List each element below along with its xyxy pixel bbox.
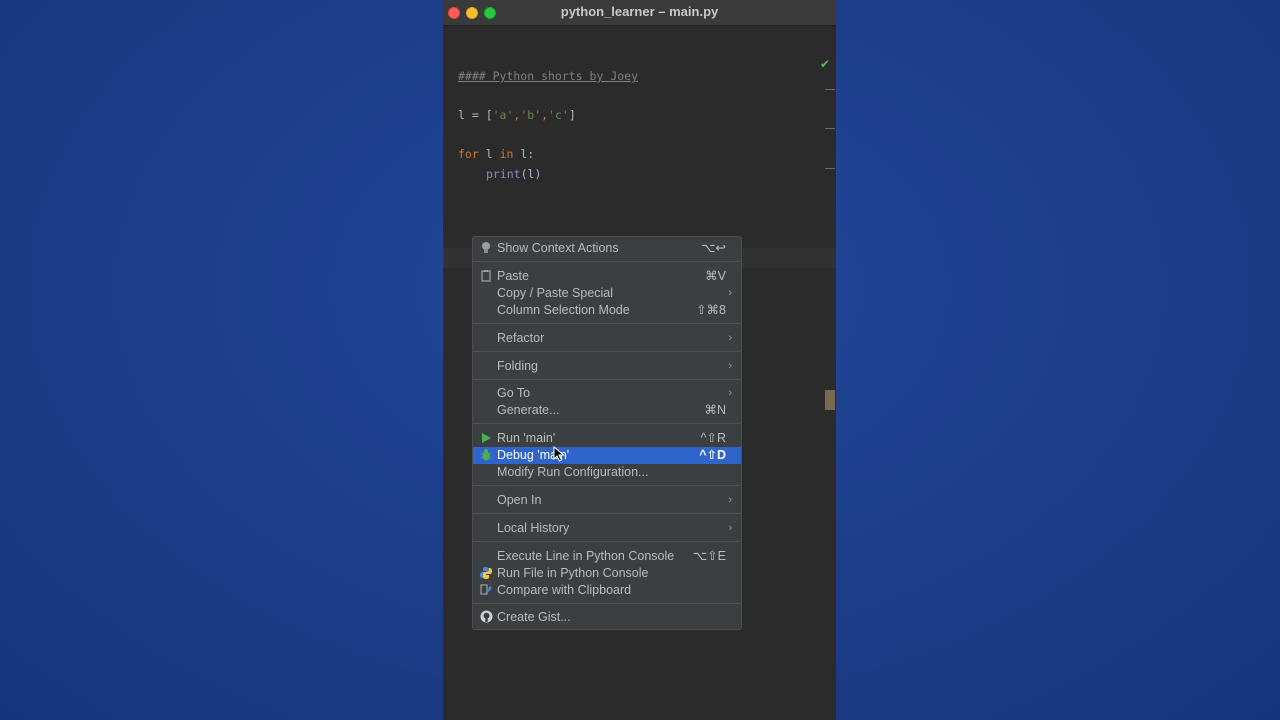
menu-separator — [473, 513, 741, 514]
code-token: ] — [568, 108, 576, 122]
keyword-token: for — [458, 147, 479, 161]
compare-icon — [479, 583, 493, 597]
menu-item-label: Execute Line in Python Console — [497, 549, 675, 563]
menu-separator — [473, 379, 741, 380]
string-token: 'c' — [548, 108, 569, 122]
menu-item-open-in[interactable]: Open In › — [473, 492, 741, 509]
code-line-3: for l in l: — [458, 147, 534, 161]
menu-separator — [473, 485, 741, 486]
run-icon — [479, 431, 493, 445]
menu-item-modify-run-configuration[interactable]: Modify Run Configuration... — [473, 464, 741, 481]
github-icon — [479, 610, 493, 624]
mouse-pointer-icon — [553, 445, 565, 462]
menu-separator — [473, 323, 741, 324]
title-bar: python_learner – main.py — [443, 0, 836, 26]
menu-item-shortcut: ⌥↩ — [701, 241, 726, 255]
python-icon — [479, 566, 493, 580]
code-token: l — [478, 147, 500, 161]
menu-item-run-file-in-python-console[interactable]: Run File in Python Console — [473, 565, 741, 582]
comment-text: #### Python shorts by Joey — [458, 69, 639, 83]
chevron-right-icon: › — [728, 494, 732, 506]
string-token: 'b' — [520, 108, 542, 122]
keyword-token: in — [499, 147, 514, 161]
menu-item-column-selection-mode[interactable]: Column Selection Mode ⇧⌘8 — [473, 302, 741, 319]
menu-item-execute-line-in-python-console[interactable]: Execute Line in Python Console ⌥⇧E — [473, 548, 741, 565]
menu-item-paste[interactable]: Paste ⌘V — [473, 268, 741, 285]
editor-context-menu: Show Context Actions ⌥↩ Paste ⌘V Copy / … — [472, 236, 742, 630]
menu-item-label: Generate... — [497, 403, 560, 417]
code-line-1: #### Python shorts by Joey — [458, 69, 638, 83]
chevron-right-icon: › — [728, 387, 732, 399]
string-token: 'a' — [492, 108, 514, 122]
menu-item-label: Column Selection Mode — [497, 303, 630, 317]
code-line-4: print(l) — [486, 167, 541, 181]
menu-item-label: Open In — [497, 493, 542, 507]
menu-item-run-main[interactable]: Run 'main' ^⇧R — [473, 430, 741, 447]
menu-item-shortcut: ⌘N — [704, 403, 726, 417]
inspection-ok-icon[interactable]: ✔ — [820, 57, 830, 71]
code-token: l: — [513, 147, 535, 161]
menu-item-go-to[interactable]: Go To › — [473, 385, 741, 402]
menu-item-label: Compare with Clipboard — [497, 583, 632, 597]
chevron-right-icon: › — [728, 360, 732, 372]
bug-icon — [479, 448, 493, 462]
menu-item-create-gist[interactable]: Create Gist... — [473, 609, 741, 626]
menu-item-label: Refactor — [497, 331, 545, 345]
window-title: python_learner – main.py — [560, 4, 719, 19]
menu-item-show-context-actions[interactable]: Show Context Actions ⌥↩ — [473, 240, 741, 257]
menu-item-label: Go To — [497, 386, 531, 400]
menu-item-compare-with-clipboard[interactable]: Compare with Clipboard — [473, 582, 741, 599]
chevron-right-icon: › — [728, 522, 732, 534]
clipboard-icon — [479, 269, 493, 283]
builtin-token: print — [486, 167, 521, 181]
menu-item-shortcut: ^⇧D — [699, 448, 726, 462]
menu-item-label: Modify Run Configuration... — [497, 465, 649, 479]
menu-item-refactor[interactable]: Refactor › — [473, 330, 741, 347]
menu-item-shortcut: ⌘V — [705, 269, 726, 283]
code-line-2: l = ['a','b','c'] — [458, 108, 576, 122]
menu-item-copy-paste-special[interactable]: Copy / Paste Special › — [473, 285, 741, 302]
gutter-marker[interactable] — [825, 128, 835, 129]
menu-item-label: Run 'main' — [497, 431, 556, 445]
menu-item-shortcut: ⌥⇧E — [692, 549, 726, 563]
menu-item-label: Paste — [497, 269, 529, 283]
menu-item-local-history[interactable]: Local History › — [473, 520, 741, 537]
chevron-right-icon: › — [728, 332, 732, 344]
scrollbar-thumb[interactable] — [825, 390, 835, 410]
menu-separator — [473, 351, 741, 352]
menu-item-folding[interactable]: Folding › — [473, 358, 741, 375]
menu-item-label: Show Context Actions — [497, 241, 619, 255]
code-token: l = [ — [458, 108, 493, 122]
menu-item-label: Local History — [497, 521, 570, 535]
menu-item-label: Folding — [497, 359, 538, 373]
menu-separator — [473, 423, 741, 424]
lightbulb-icon — [479, 241, 493, 255]
menu-separator — [473, 261, 741, 262]
code-token: (l) — [520, 167, 542, 181]
menu-item-label: Copy / Paste Special — [497, 286, 614, 300]
menu-item-label: Run File in Python Console — [497, 566, 649, 580]
menu-separator — [473, 603, 741, 604]
menu-item-label: Create Gist... — [497, 610, 571, 624]
gutter-marker[interactable] — [825, 168, 835, 169]
menu-item-generate[interactable]: Generate... ⌘N — [473, 402, 741, 419]
gutter-marker[interactable] — [825, 89, 835, 90]
menu-item-shortcut: ⇧⌘8 — [696, 303, 726, 317]
menu-item-debug-main[interactable]: Debug 'main' ^⇧D — [473, 447, 741, 464]
chevron-right-icon: › — [728, 287, 732, 299]
menu-separator — [473, 541, 741, 542]
menu-item-shortcut: ^⇧R — [700, 431, 726, 445]
